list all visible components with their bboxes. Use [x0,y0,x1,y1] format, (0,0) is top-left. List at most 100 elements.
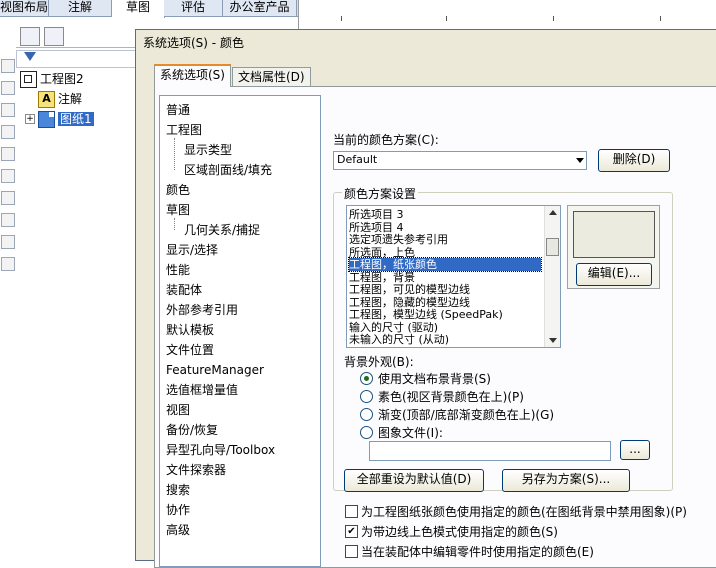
color-list-item[interactable]: 工程图，模型边线 (SpeedPak) [349,308,541,321]
tool-icon[interactable] [1,81,15,95]
color-scheme-select[interactable]: Default [333,151,587,170]
filter-icon[interactable] [24,52,36,61]
tool-icon[interactable] [1,103,15,117]
nav-item[interactable]: 选值框增量值 [166,380,238,400]
tool-icon[interactable] [1,235,15,249]
radio-button[interactable] [360,426,373,439]
nav-item[interactable]: 文件探索器 [166,460,226,480]
checkbox[interactable] [345,545,358,558]
ribbon-tab-evaluate[interactable]: 评估 [164,0,223,16]
scroll-thumb[interactable] [546,238,559,256]
color-scheme-settings: 颜色方案设置 未输入的尺寸 (从动) 输入的尺寸 (驱动) 工程图，模型边线 (Sp… [333,185,673,492]
nav-item[interactable]: 颜色 [166,180,190,200]
sheet-icon [38,111,55,128]
color-list-item[interactable]: 所选项目 4 [349,221,541,234]
tree-item-sheet[interactable]: + 图纸1 [25,110,94,128]
nav-item[interactable]: 默认模板 [166,320,214,340]
image-file-input[interactable] [369,441,611,461]
nav-item[interactable]: 视图 [166,400,190,420]
group-title: 颜色方案设置 [342,185,419,202]
color-list-item[interactable]: 工程图，纸张颜色 [348,257,542,272]
tree-root-drawing[interactable]: 工程图2 [20,70,84,88]
nav-item[interactable]: 普通 [166,100,190,120]
nav-item[interactable]: 草图 [166,200,190,220]
ribbon-tab-annotation[interactable]: 注解 [49,0,112,16]
checkbox-label[interactable]: 为带边线上色模式使用指定的颜色(S) [361,523,558,540]
nav-item[interactable]: 异型孔向导/Toolbox [166,440,275,460]
nav-item[interactable]: 搜索 [166,480,190,500]
nav-item[interactable]: 显示/选择 [166,240,218,260]
color-list-item[interactable]: 输入的尺寸 (驱动) [349,321,541,334]
options-nav-list: 普通 工程图 显示类型 区域剖面线/填充 颜色 草图 几何关系/捕捉 显示/选择 性能 装配体 外部… [159,95,321,567]
color-preview: 编辑(E)... [567,205,660,289]
nav-item[interactable]: 外部参考引用 [166,300,238,320]
color-list-item[interactable]: 选定项遗失参考引用 [349,233,541,246]
color-list-item[interactable]: 所选面，上色 [349,246,541,259]
tool-icon[interactable] [1,125,15,139]
ribbon-tab-office-products[interactable]: 办公室产品 [223,0,297,16]
color-items-list[interactable]: 未输入的尺寸 (从动) 输入的尺寸 (驱动) 工程图，模型边线 (SpeedPak)… [346,205,561,348]
nav-item[interactable]: 几何关系/捕捉 [184,220,260,240]
nav-item[interactable]: 性能 [166,260,190,280]
nav-item[interactable]: 高级 [166,520,190,540]
radio-button[interactable] [360,390,373,403]
tree-item-annotations[interactable]: A 注解 [38,90,82,108]
nav-item[interactable]: 文件位置 [166,340,214,360]
scheme-label: 当前的颜色方案(C): [333,133,439,147]
nav-item[interactable]: 工程图 [166,120,202,140]
color-list-item[interactable]: 工程图，可见的模型边线 [349,283,541,296]
property-manager-icon[interactable] [44,27,64,46]
scroll-down-icon[interactable] [549,338,557,343]
radio-button[interactable] [360,408,373,421]
drawing-icon [20,71,37,88]
color-list-item[interactable]: 未输入的尺寸 (从动) [349,333,541,346]
edit-color-button[interactable]: 编辑(E)... [576,263,652,286]
tree-connector [174,138,176,170]
tool-icon[interactable] [1,59,15,73]
nav-item[interactable]: 区域剖面线/填充 [184,160,272,180]
tool-icon[interactable] [1,147,15,161]
list-scrollbar[interactable] [544,206,560,347]
delete-button[interactable]: 删除(D) [598,149,670,172]
tool-icon[interactable] [1,191,15,205]
scroll-up-icon[interactable] [549,210,557,215]
radio-label[interactable]: 图象文件(I): [378,424,443,441]
nav-item[interactable]: 显示类型 [184,140,232,160]
ribbon-tab-view-layout[interactable]: 视图布局 [0,0,49,16]
tree-toolbar [16,25,136,48]
tool-icon[interactable] [1,257,15,271]
checkbox[interactable]: ✔ [345,525,358,538]
tab-panel: 普通 工程图 显示类型 区域剖面线/填充 颜色 草图 几何关系/捕捉 显示/选择 性能 装配体 外部… [154,86,716,568]
checkbox-label[interactable]: 当在装配体中编辑零件时使用指定的颜色(E) [361,543,594,560]
chevron-down-icon [576,158,584,163]
tool-icon[interactable] [1,213,15,227]
color-swatch [573,211,655,258]
radio-label[interactable]: 素色(视区背景颜色在上)(P) [378,388,524,405]
color-list-item[interactable]: 工程图，背景 [349,271,541,284]
checkbox-label[interactable]: 为工程图纸张颜色使用指定的颜色(在图纸背景中禁用图象)(P) [361,503,687,520]
nav-item[interactable]: 备份/恢复 [166,420,218,440]
save-as-scheme-button[interactable]: 另存为方案(S)... [502,469,630,492]
dialog-title-bar[interactable]: 系统选项(S) - 颜色 [136,30,716,52]
radio-button[interactable] [360,372,373,385]
color-list-item[interactable]: 工程图，隐藏的模型边线 [349,296,541,309]
feature-tree-icon[interactable] [20,27,40,46]
tab-document-properties[interactable]: 文档属性(D) [232,67,311,86]
annotation-icon: A [38,91,55,108]
ribbon-tab-sketch[interactable]: 草图 [111,0,165,18]
browse-button[interactable]: ... [620,440,650,460]
radio-label[interactable]: 渐变(顶部/底部渐变颜色在上)(G) [378,406,554,423]
reset-defaults-button[interactable]: 全部重设为默认值(D) [344,469,484,492]
system-options-dialog: 系统选项(S) - 颜色 系统选项(S) 文档属性(D) 普通 工程图 显示类型 区域… [135,29,716,568]
radio-label[interactable]: 使用文档布景背景(S) [378,370,491,387]
tool-icon[interactable] [1,169,15,183]
color-list-item[interactable]: 所选项目 3 [349,208,541,221]
background-label: 背景外观(B): [344,355,414,369]
tab-system-options[interactable]: 系统选项(S) [154,64,231,87]
checkbox[interactable] [345,505,358,518]
nav-item[interactable]: 协作 [166,500,190,520]
nav-item[interactable]: 装配体 [166,280,202,300]
nav-item[interactable]: FeatureManager [166,360,264,380]
tree-filter[interactable] [16,50,138,68]
expand-icon[interactable]: + [25,114,35,124]
